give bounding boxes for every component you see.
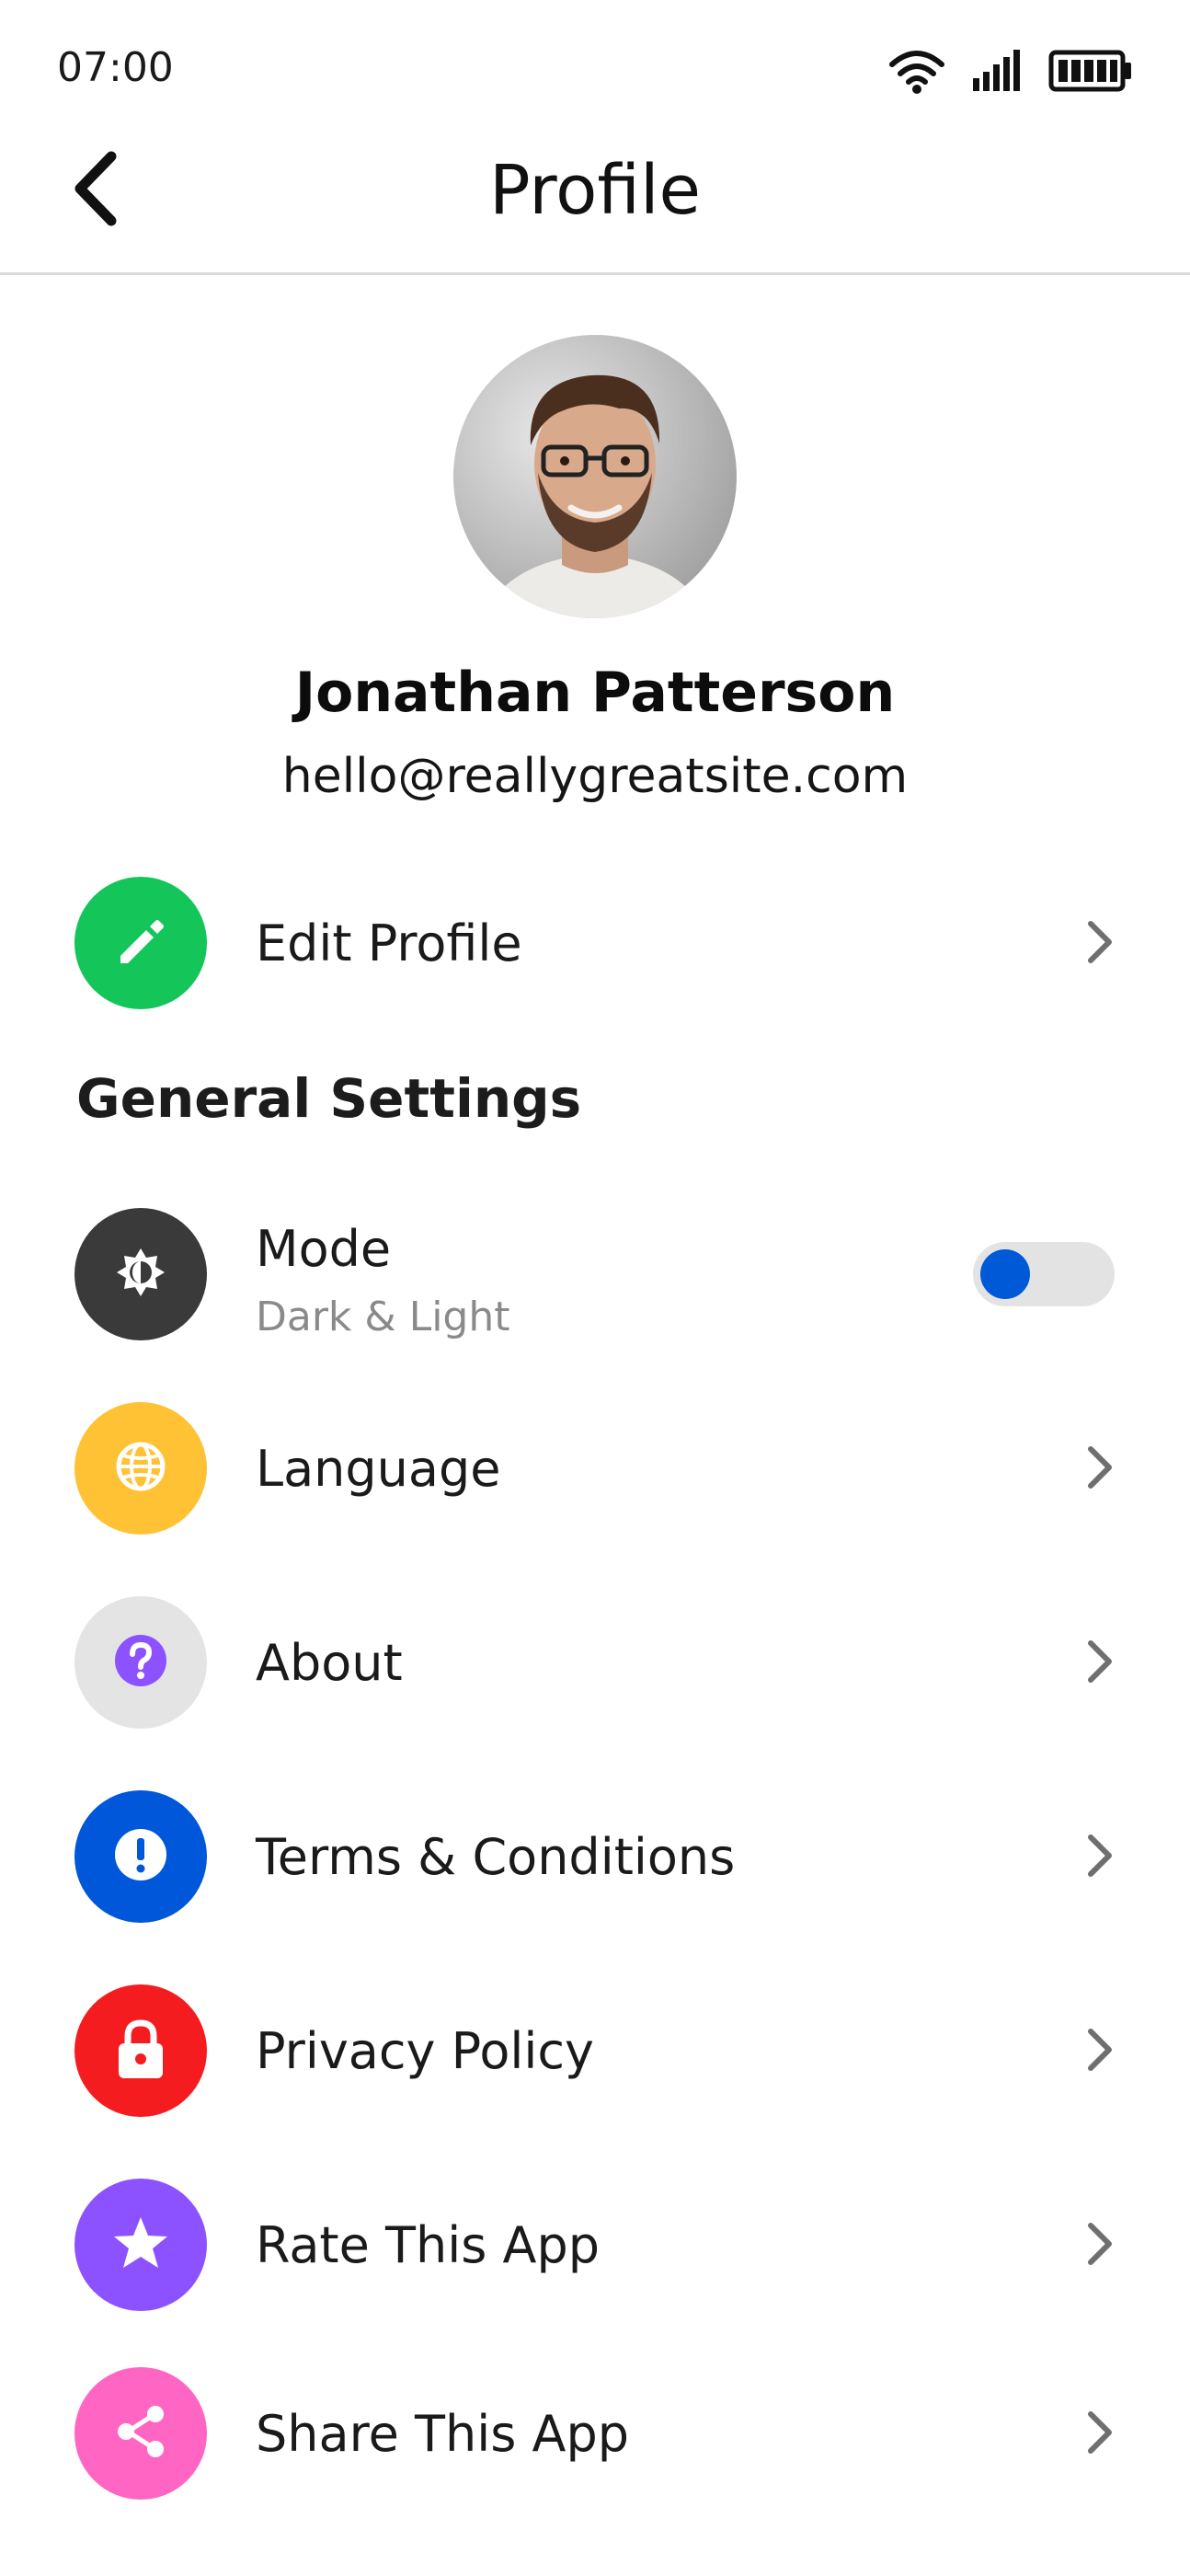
privacy-label: Privacy Policy [256, 2022, 595, 2080]
about-row[interactable]: About [0, 1593, 1190, 1731]
mode-label: Mode [256, 1220, 392, 1278]
language-label: Language [256, 1440, 501, 1498]
section-heading: General Settings [76, 1067, 582, 1130]
app-header: Profile [0, 138, 1190, 275]
question-icon [111, 1631, 170, 1694]
status-icons [888, 48, 1133, 98]
rate-icon-circle [74, 2179, 207, 2311]
chevron-right-icon [1072, 914, 1127, 970]
lock-icon [111, 2016, 170, 2086]
chevron-right-icon [1072, 2022, 1127, 2077]
share-label: Share This App [256, 2405, 630, 2463]
wifi-icon [888, 48, 945, 98]
toggle-knob [980, 1249, 1030, 1299]
share-row[interactable]: Share This App [0, 2364, 1190, 2502]
terms-icon-circle [74, 1790, 207, 1923]
mode-sublabel: Dark & Light [256, 1294, 510, 1340]
chevron-right-icon [1072, 1634, 1127, 1689]
chevron-right-icon [1072, 2216, 1127, 2271]
edit-profile-label: Edit Profile [256, 914, 522, 972]
exclamation-icon [111, 1825, 170, 1888]
status-time: 07:00 [57, 44, 174, 91]
about-icon-circle [74, 1596, 207, 1729]
profile-name: Jonathan Patterson [294, 661, 896, 725]
battery-icon [1048, 50, 1133, 96]
star-icon [111, 2214, 170, 2276]
chevron-right-icon [1072, 2405, 1127, 2460]
share-icon-circle [74, 2367, 207, 2500]
terms-row[interactable]: Terms & Conditions [0, 1788, 1190, 1926]
chevron-right-icon [1072, 1440, 1127, 1495]
status-bar: 07:00 [0, 0, 1190, 138]
share-icon [111, 2402, 170, 2465]
page-title: Profile [488, 151, 702, 230]
pencil-icon [113, 914, 168, 972]
globe-icon [111, 1437, 170, 1500]
mode-icon-circle [74, 1208, 207, 1340]
edit-profile-row[interactable]: Edit Profile [0, 874, 1190, 1012]
privacy-icon-circle [74, 1984, 207, 2117]
edit-profile-icon-circle [74, 877, 207, 1009]
rate-label: Rate This App [256, 2216, 600, 2274]
profile-email: hello@reallygreatsite.com [281, 749, 909, 804]
avatar [453, 335, 737, 618]
brightness-icon [111, 1243, 170, 1305]
about-label: About [256, 1634, 403, 1692]
chevron-right-icon [1072, 1828, 1127, 1883]
terms-label: Terms & Conditions [256, 1828, 736, 1886]
language-row[interactable]: Language [0, 1399, 1190, 1537]
mode-toggle[interactable] [973, 1242, 1115, 1306]
rate-row[interactable]: Rate This App [0, 2176, 1190, 2314]
signal-icon [971, 49, 1023, 97]
privacy-row[interactable]: Privacy Policy [0, 1982, 1190, 2120]
mode-row: Mode Dark & Light [0, 1205, 1190, 1343]
language-icon-circle [74, 1402, 207, 1535]
